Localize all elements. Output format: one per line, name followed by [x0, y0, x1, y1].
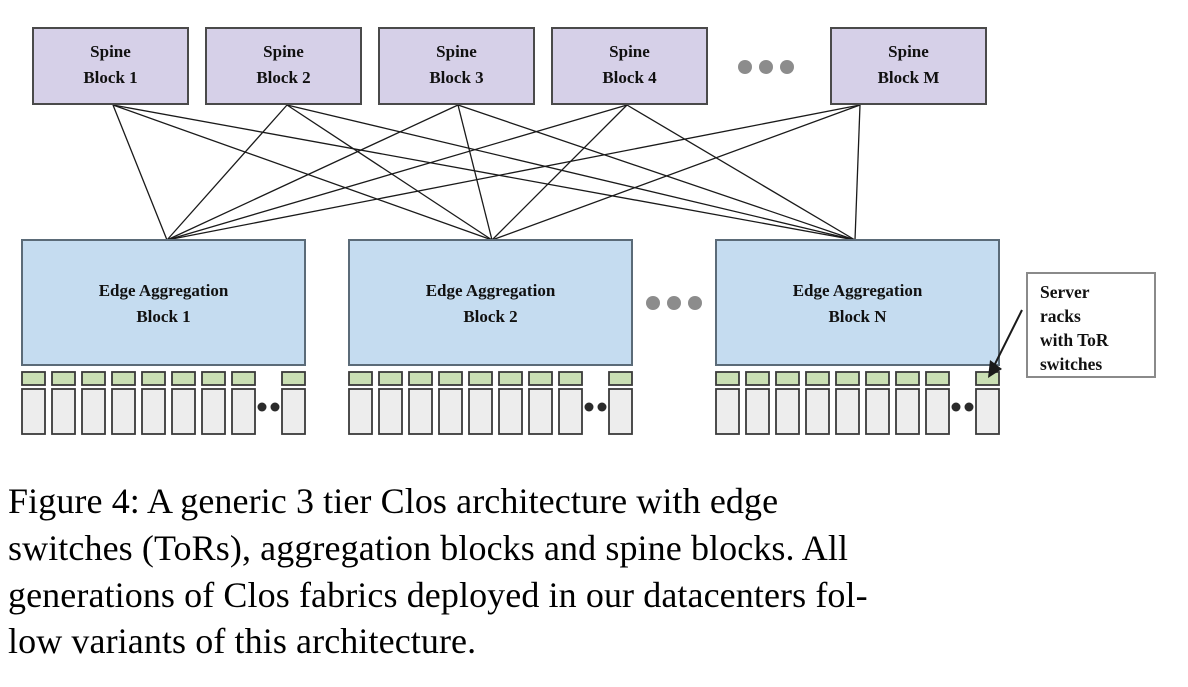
spine-block-2[interactable]: Spine Block 2 — [205, 27, 362, 105]
server-rack[interactable] — [895, 371, 920, 435]
callout-line2: racks — [1040, 306, 1081, 326]
server-rack[interactable] — [975, 371, 1000, 435]
spine-block-1-label-line2: Block 1 — [83, 68, 137, 87]
caption-line-3: generations of Clos fabrics deployed in … — [8, 574, 868, 615]
server-rack[interactable] — [608, 371, 633, 435]
clos-architecture-figure: Spine Block 1 Spine Block 2 Spine Block … — [0, 0, 1188, 470]
aggregation-tier-ellipsis — [646, 296, 702, 310]
spine-block-1-label-line1: Spine — [90, 42, 131, 61]
callout-line4: switches — [1040, 354, 1102, 374]
server-rack[interactable] — [775, 371, 800, 435]
server-rack[interactable] — [81, 371, 106, 435]
server-rack[interactable] — [865, 371, 890, 435]
server-rack[interactable] — [805, 371, 830, 435]
server-rack[interactable] — [201, 371, 226, 435]
server-rack[interactable] — [281, 371, 306, 435]
edge-aggregation-block-1-label-line2: Block 1 — [136, 307, 190, 326]
server-rack[interactable] — [468, 371, 493, 435]
edge-aggregation-block-2[interactable]: Edge Aggregation Block 2 — [348, 239, 633, 366]
server-rack[interactable] — [348, 371, 373, 435]
server-rack[interactable] — [558, 371, 583, 435]
server-rack[interactable] — [925, 371, 950, 435]
callout-line3: with ToR — [1040, 330, 1109, 350]
server-rack[interactable] — [745, 371, 770, 435]
spine-block-1[interactable]: Spine Block 1 — [32, 27, 189, 105]
spine-block-4-label-line1: Spine — [609, 42, 650, 61]
server-rack[interactable] — [141, 371, 166, 435]
spine-block-4-label-line2: Block 4 — [602, 68, 657, 87]
spine-block-3[interactable]: Spine Block 3 — [378, 27, 535, 105]
edge-aggregation-block-2-label-line2: Block 2 — [463, 307, 517, 326]
server-rack[interactable] — [528, 371, 553, 435]
spine-to-aggregation-links — [112, 104, 861, 241]
server-rack[interactable] — [171, 371, 196, 435]
server-rack[interactable] — [21, 371, 46, 435]
server-rack-group-1 — [21, 371, 306, 435]
server-rack[interactable] — [408, 371, 433, 435]
figure-caption: Figure 4: A generic 3 tier Clos architec… — [8, 478, 1180, 665]
server-rack[interactable] — [51, 371, 76, 435]
spine-block-3-label-line1: Spine — [436, 42, 477, 61]
edge-aggregation-block-1[interactable]: Edge Aggregation Block 1 — [21, 239, 306, 366]
spine-block-4[interactable]: Spine Block 4 — [551, 27, 708, 105]
edge-aggregation-block-n[interactable]: Edge Aggregation Block N — [715, 239, 1000, 366]
edge-aggregation-block-n-label-line2: Block N — [828, 307, 887, 326]
caption-line-1: Figure 4: A generic 3 tier Clos architec… — [8, 481, 779, 521]
caption-line-2: switches (ToRs), aggregation blocks and … — [8, 527, 849, 568]
server-rack[interactable] — [715, 371, 740, 435]
server-rack[interactable] — [498, 371, 523, 435]
spine-block-m-label-line2: Block M — [878, 68, 940, 87]
spine-tier: Spine Block 1 Spine Block 2 Spine Block … — [32, 27, 987, 105]
edge-aggregation-block-n-label-line1: Edge Aggregation — [793, 281, 923, 300]
server-racks-callout: Server racks with ToR switches — [988, 272, 1156, 378]
server-rack-group-3 — [715, 371, 1000, 435]
server-rack[interactable] — [111, 371, 136, 435]
spine-tier-ellipsis — [738, 60, 794, 74]
server-rack[interactable] — [231, 371, 256, 435]
spine-block-m[interactable]: Spine Block M — [830, 27, 987, 105]
callout-line1: Server — [1040, 282, 1090, 302]
server-rack[interactable] — [438, 371, 463, 435]
server-rack-group-2 — [348, 371, 633, 435]
spine-block-2-label-line2: Block 2 — [256, 68, 310, 87]
spine-block-2-label-line1: Spine — [263, 42, 304, 61]
server-rack[interactable] — [835, 371, 860, 435]
aggregation-tier: Edge Aggregation Block 1 Edge Aggregatio… — [21, 239, 1000, 366]
spine-block-m-label-line1: Spine — [888, 42, 929, 61]
edge-aggregation-block-2-label-line1: Edge Aggregation — [426, 281, 556, 300]
spine-block-3-label-line2: Block 3 — [429, 68, 483, 87]
server-rack[interactable] — [378, 371, 403, 435]
caption-line-4: low variants of this architecture. — [8, 621, 477, 662]
edge-aggregation-block-1-label-line1: Edge Aggregation — [99, 281, 229, 300]
